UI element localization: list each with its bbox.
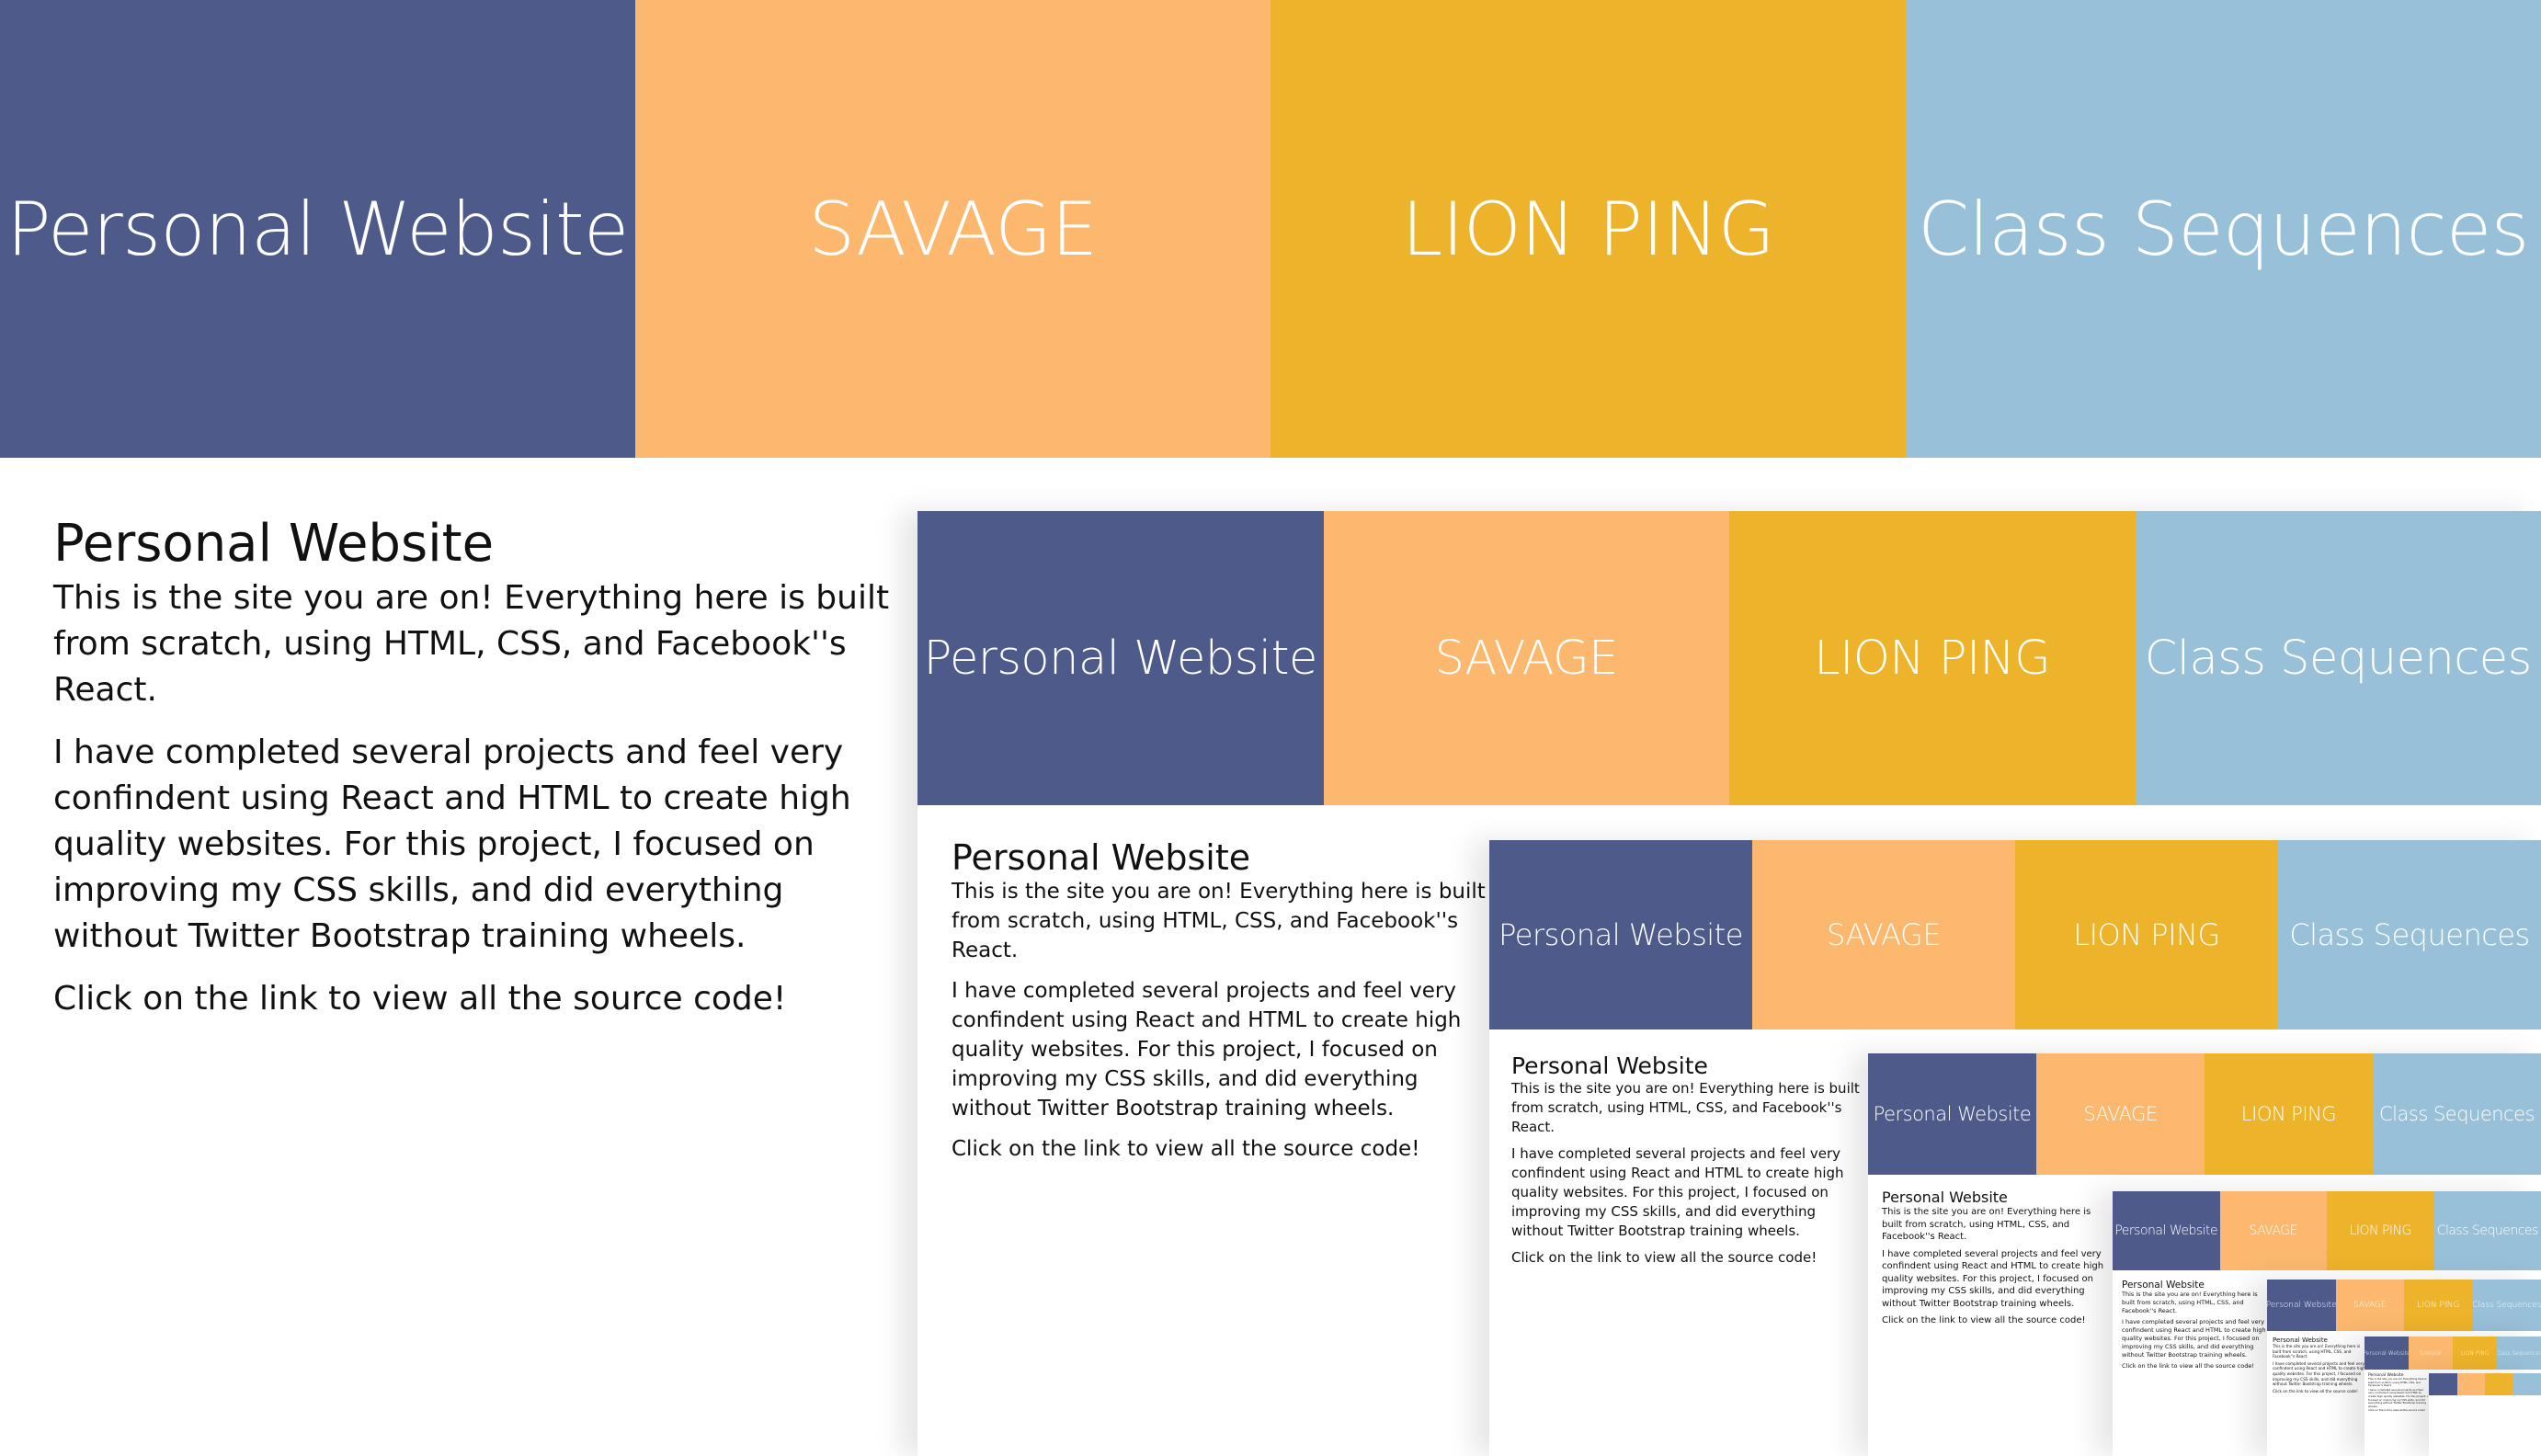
preview-tile-savage: SAVAGE: [2409, 1337, 2453, 1370]
preview-tile-lion-ping: LION PING: [2015, 840, 2278, 1029]
preview-tile-class-sequences: Class Sequences: [2433, 1191, 2541, 1270]
preview-nav: Personal Website SAVAGE LION PING Class …: [2364, 1337, 2541, 1370]
preview-tile-lion-ping: LION PING: [2327, 1191, 2434, 1270]
project-preview-screenshot[interactable]: Personal Website SAVAGE LION PING Class …: [917, 511, 2541, 1456]
preview-tile-personal-website: [2429, 1373, 2457, 1395]
nav-tile-class-sequences[interactable]: Class Sequences: [1906, 0, 2541, 458]
preview-paragraph: I have completed several projects and fe…: [2368, 1387, 2428, 1408]
preview-tile-class-sequences: Class Sequences: [2472, 1280, 2541, 1331]
preview-paragraph: This is the site you are on! Everything …: [2368, 1377, 2427, 1388]
preview-paragraph: I have completed several projects and fe…: [2122, 1318, 2266, 1359]
project-nav: Personal Website SAVAGE LION PING Class …: [0, 0, 2541, 458]
preview-paragraph: I have completed several projects and fe…: [2273, 1360, 2365, 1387]
preview-paragraph: This is the site you are on! Everything …: [2122, 1291, 2258, 1314]
preview-paragraph: This is the site you are on! Everything …: [1511, 1080, 1860, 1135]
preview-title: Personal Website: [1882, 1189, 2008, 1206]
preview-paragraph: Click on the link to view all the source…: [2122, 1362, 2254, 1370]
preview-nav: Personal Website SAVAGE LION PING Class …: [917, 511, 2541, 805]
nested-preview-7: [2429, 1373, 2541, 1456]
preview-nav: Personal Website SAVAGE LION PING Class …: [2267, 1280, 2541, 1331]
preview-tile-lion-ping: LION PING: [1729, 511, 2136, 805]
preview-nav: Personal Website SAVAGE LION PING Class …: [1489, 840, 2541, 1029]
preview-paragraph: I have completed several projects and fe…: [951, 979, 1462, 1120]
source-code-link[interactable]: Click on the link to view all the source…: [53, 976, 899, 1022]
preview-paragraph: I have completed several projects and fe…: [1882, 1248, 2104, 1309]
preview-tile-lion-ping: LION PING: [2205, 1053, 2373, 1175]
preview-nav: [2429, 1373, 2541, 1395]
nested-preview-6: Personal Website SAVAGE LION PING Class …: [2364, 1337, 2541, 1456]
preview-nav: Personal Website SAVAGE LION PING Class …: [1868, 1053, 2541, 1175]
preview-paragraph: Click on the link to view all the source…: [1882, 1315, 2086, 1325]
preview-tile-personal-website: Personal Website: [2267, 1280, 2336, 1331]
preview-tile-lion-ping: LION PING: [2453, 1337, 2497, 1370]
preview-tile-personal-website: Personal Website: [2364, 1337, 2409, 1370]
preview-description: Personal Website This is the site you ar…: [951, 838, 1494, 1175]
preview-tile-savage: SAVAGE: [1752, 840, 2015, 1029]
preview-paragraph: Click on the link to view all the source…: [2273, 1388, 2358, 1393]
nav-tile-personal-website[interactable]: Personal Website: [0, 0, 635, 458]
nav-tile-lion-ping[interactable]: LION PING: [1270, 0, 1906, 458]
preview-tile-personal-website: Personal Website: [1868, 1053, 2036, 1175]
preview-paragraph: Click on the link to view all the source…: [2368, 1408, 2425, 1413]
preview-title: Personal Website: [2273, 1337, 2328, 1344]
site-level-0: Personal Website SAVAGE LION PING Class …: [0, 0, 2541, 1456]
preview-description: Personal Website This is the site you ar…: [2122, 1280, 2269, 1373]
preview-paragraph: This is the site you are on! Everything …: [951, 880, 1486, 962]
preview-nav: Personal Website SAVAGE LION PING Class …: [2113, 1191, 2541, 1270]
preview-paragraph: Click on the link to view all the source…: [951, 1137, 1420, 1161]
preview-tile-personal-website: Personal Website: [2113, 1191, 2220, 1270]
preview-tile-savage: SAVAGE: [1323, 511, 1729, 805]
preview-tile-personal-website: Personal Website: [917, 511, 1324, 805]
nested-preview-5: Personal Website SAVAGE LION PING Class …: [2267, 1280, 2541, 1456]
preview-paragraph: Click on the link to view all the source…: [1511, 1249, 1817, 1266]
preview-tile-savage: [2456, 1373, 2485, 1395]
preview-title: Personal Website: [2122, 1280, 2205, 1291]
preview-title: Personal Website: [951, 837, 1251, 878]
project-title: Personal Website: [53, 514, 495, 574]
preview-tile-class-sequences: [2513, 1373, 2541, 1395]
nav-tile-savage[interactable]: SAVAGE: [635, 0, 1270, 458]
portfolio-page: Personal Website SAVAGE LION PING Class …: [0, 0, 2541, 1456]
preview-tile-lion-ping: LION PING: [2404, 1280, 2473, 1331]
preview-tile-class-sequences: Class Sequences: [2135, 511, 2541, 805]
preview-description: Personal Website This is the site you ar…: [1882, 1189, 2110, 1332]
preview-tile-class-sequences: Class Sequences: [2278, 840, 2541, 1029]
nested-preview-2: Personal Website SAVAGE LION PING Class …: [1489, 840, 2541, 1456]
preview-tile-savage: SAVAGE: [2219, 1191, 2327, 1270]
preview-tile-personal-website: Personal Website: [1489, 840, 1752, 1029]
project-paragraph: I have completed several projects and fe…: [53, 734, 851, 955]
preview-paragraph: This is the site you are on! Everything …: [1882, 1207, 2091, 1242]
nested-preview-3: Personal Website SAVAGE LION PING Class …: [1868, 1053, 2541, 1456]
preview-title: Personal Website: [1511, 1052, 1708, 1079]
preview-tile-savage: SAVAGE: [2036, 1053, 2205, 1175]
preview-tile-lion-ping: [2485, 1373, 2513, 1395]
project-description: Personal Website This is the site you ar…: [53, 513, 899, 1039]
preview-description: Personal Website This is the site you ar…: [2368, 1373, 2429, 1414]
preview-tile-class-sequences: Class Sequences: [2373, 1053, 2541, 1175]
preview-description: Personal Website This is the site you ar…: [2273, 1337, 2368, 1395]
preview-description: Personal Website This is the site you ar…: [1511, 1053, 1870, 1275]
preview-tile-savage: SAVAGE: [2335, 1280, 2404, 1331]
nested-preview-4: Personal Website SAVAGE LION PING Class …: [2113, 1191, 2541, 1456]
preview-paragraph: This is the site you are on! Everything …: [2273, 1344, 2361, 1359]
preview-tile-class-sequences: Class Sequences: [2497, 1337, 2541, 1370]
preview-paragraph: I have completed several projects and fe…: [1511, 1145, 1844, 1239]
project-paragraph: This is the site you are on! Everything …: [53, 579, 890, 709]
